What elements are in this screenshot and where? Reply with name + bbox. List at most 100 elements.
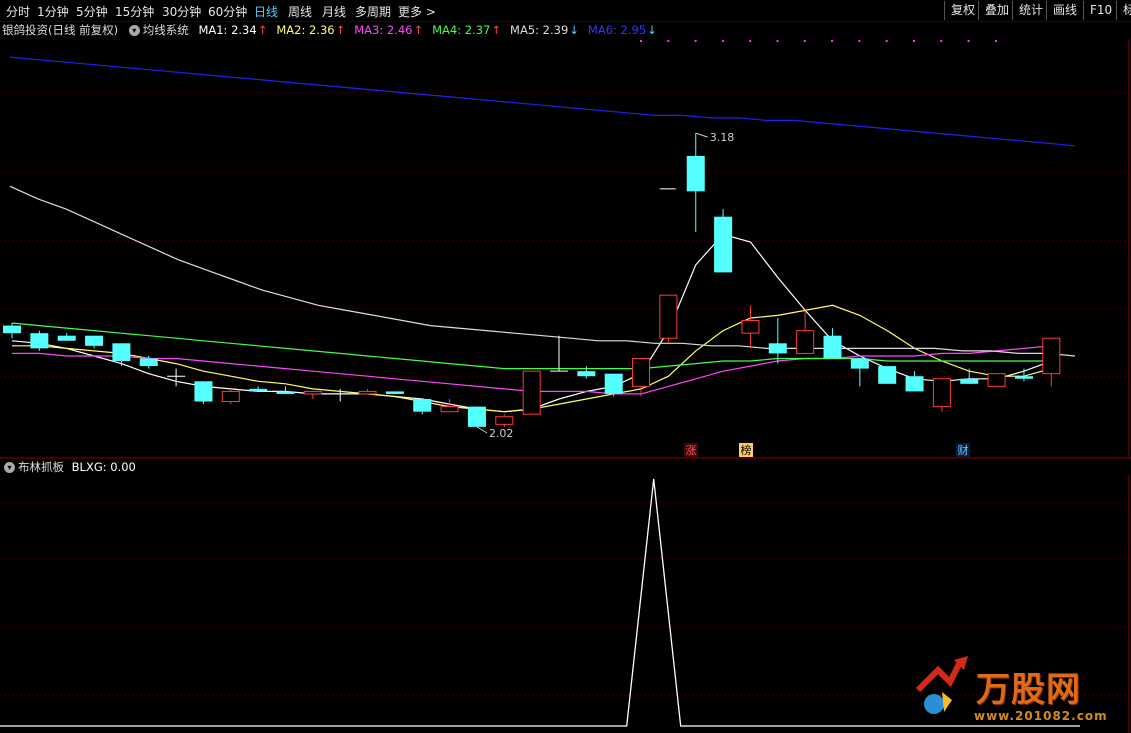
candle-body xyxy=(905,376,924,392)
candle-body xyxy=(276,391,295,394)
candle-body xyxy=(577,371,596,377)
candle-body xyxy=(823,335,842,359)
low-price-label: 2.02 xyxy=(489,427,514,440)
candle xyxy=(467,406,486,427)
candle-body xyxy=(495,416,514,425)
ma-arrow-6: ↓ xyxy=(647,23,657,37)
fuquan-button[interactable]: 复权 xyxy=(944,1,981,20)
candle-body xyxy=(632,357,651,387)
event-marker-text: 榜 xyxy=(741,443,752,457)
candle-body xyxy=(522,370,541,415)
ma-label-4: MA4: 2.37↑ xyxy=(432,23,502,37)
event-marker-text: 涨 xyxy=(686,444,697,457)
candle xyxy=(604,373,623,397)
trend-arrow-icon xyxy=(915,660,963,693)
candle-body xyxy=(686,155,705,192)
candle-body xyxy=(741,320,760,334)
candle-body xyxy=(440,406,459,413)
candle-body xyxy=(850,358,869,369)
mark-button[interactable]: 标 xyxy=(1116,1,1131,20)
candle-body xyxy=(413,399,432,412)
indicator-title[interactable]: 布林抓板 xyxy=(18,460,64,474)
top-marker-dot xyxy=(803,40,806,42)
candle xyxy=(194,381,213,405)
period-tab-5min[interactable]: 5分钟 xyxy=(76,3,108,20)
watermark-brand: 万股网 xyxy=(976,670,1081,710)
top-marker-dot xyxy=(749,40,752,42)
period-tab-more[interactable]: 更多 > xyxy=(398,3,436,20)
candle xyxy=(932,378,951,412)
candle-body xyxy=(1042,337,1061,375)
candle-body xyxy=(878,366,897,384)
candle xyxy=(385,391,404,394)
watermark-logo: 万股网 www.201082.com xyxy=(910,652,1110,726)
top-marker-dot xyxy=(858,40,861,42)
candle xyxy=(714,209,733,273)
event-marker-text: 财 xyxy=(958,443,969,457)
event-marker: 榜 xyxy=(739,443,753,457)
chevron-down-icon[interactable]: ▾ xyxy=(4,462,15,473)
candle-body xyxy=(659,294,678,339)
period-tab-weekly[interactable]: 周线 xyxy=(288,3,312,20)
candle-body xyxy=(358,390,377,395)
globe-icon xyxy=(924,694,944,714)
stats-button[interactable]: 统计 xyxy=(1012,1,1049,20)
period-tab-1min[interactable]: 1分钟 xyxy=(37,3,69,20)
event-marker: 财 xyxy=(956,443,970,457)
draw-button[interactable]: 画线 xyxy=(1046,1,1083,20)
ma-arrow-1: ↑ xyxy=(257,23,268,37)
top-marker-dot xyxy=(885,40,888,42)
candle xyxy=(987,373,1006,387)
f10-button[interactable]: F10 xyxy=(1083,1,1118,20)
candle-body xyxy=(85,335,104,346)
ma-label-6: MA6: 2.95↓ xyxy=(587,23,657,37)
chevron-down-icon[interactable]: ▾ xyxy=(128,25,140,36)
indicator-name[interactable]: 均线系统 xyxy=(143,23,189,37)
high-price-label: 3.18 xyxy=(710,131,735,144)
candle-body xyxy=(249,388,268,392)
ma-label-5: MA5: 2.39↓ xyxy=(510,23,579,37)
overlay-button[interactable]: 叠加 xyxy=(978,1,1015,20)
candle-body xyxy=(3,325,21,334)
candle-body xyxy=(139,358,158,367)
top-marker-dot xyxy=(967,40,970,42)
candle-body xyxy=(467,406,486,427)
chart-background xyxy=(0,39,1131,459)
period-tab-fenshi[interactable]: 分时 xyxy=(6,3,30,20)
top-marker-dot xyxy=(776,40,779,42)
candle-body xyxy=(987,373,1006,387)
candle-body xyxy=(960,378,979,384)
period-tab-15min[interactable]: 15分钟 xyxy=(115,3,154,20)
candle xyxy=(522,370,541,415)
ma-arrow-3: ↑ xyxy=(413,23,424,37)
top-marker-dot xyxy=(667,40,670,42)
candle-body xyxy=(194,381,213,402)
indicator-header: ▾ 布林抓板 BLXG: 0.00 xyxy=(0,459,136,475)
stock-title: 银鸽投资(日线 前复权) xyxy=(2,23,119,37)
ma-arrow-4: ↑ xyxy=(491,23,502,37)
top-marker-dot xyxy=(994,40,997,42)
ma-label-3: MA3: 2.46↑ xyxy=(354,23,424,37)
candle-body xyxy=(57,335,76,341)
watermark-url: www.201082.com xyxy=(974,709,1108,723)
candle-body xyxy=(768,343,787,354)
candle xyxy=(878,366,897,384)
top-marker-dot xyxy=(940,40,943,42)
price-chart[interactable]: 3.18 2.02 涨 榜 财 xyxy=(0,39,1131,459)
ma-arrow-2: ↑ xyxy=(335,23,346,37)
candle-body xyxy=(1014,376,1033,379)
event-marker: 涨 xyxy=(684,443,698,457)
candle-body xyxy=(303,390,322,395)
candle-body xyxy=(932,378,951,408)
period-tab-multi[interactable]: 多周期 xyxy=(355,3,391,20)
period-tab-monthly[interactable]: 月线 xyxy=(322,3,346,20)
period-tab-60min[interactable]: 60分钟 xyxy=(208,3,247,20)
top-marker-dot xyxy=(694,40,697,42)
period-tab-30min[interactable]: 30分钟 xyxy=(162,3,201,20)
period-tab-daily[interactable]: 日线 xyxy=(254,3,278,20)
ma-label-2: MA2: 2.36↑ xyxy=(276,23,346,37)
candle-body xyxy=(796,330,815,354)
top-marker-dot xyxy=(640,40,642,42)
candle-body xyxy=(604,373,623,394)
candle-body xyxy=(30,333,49,349)
